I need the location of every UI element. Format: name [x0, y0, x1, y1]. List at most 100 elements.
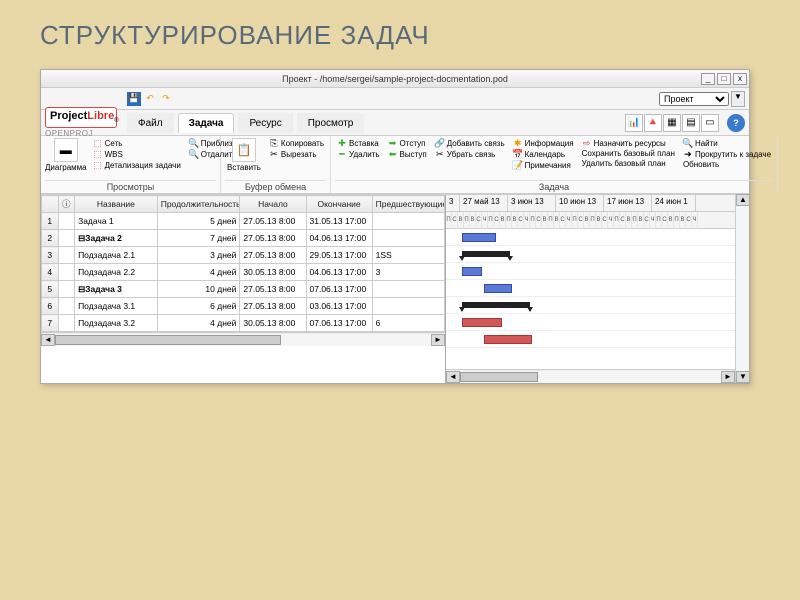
col-name[interactable]: Название: [75, 196, 158, 213]
outdent-button[interactable]: ⬅Выступ: [386, 149, 429, 159]
sort-icon[interactable]: ▤: [682, 114, 700, 132]
row-number[interactable]: 6: [42, 298, 59, 315]
cell-pred[interactable]: [372, 281, 444, 298]
cell-start[interactable]: 27.05.13 8:00: [240, 298, 306, 315]
scroll-to-button[interactable]: ➜Прокрутить к задаче: [681, 149, 773, 159]
gantt-row[interactable]: [446, 263, 735, 280]
insert-button[interactable]: ✚Вставка: [335, 138, 382, 148]
cell-info[interactable]: [58, 298, 75, 315]
calendar-button[interactable]: 📅Календарь: [511, 149, 576, 159]
paste-button[interactable]: 📋 Вставить: [225, 138, 263, 172]
cell-finish[interactable]: 04.06.13 17:00: [306, 230, 372, 247]
close-button[interactable]: x: [733, 73, 747, 85]
redo-icon[interactable]: ↷: [159, 92, 173, 106]
notes-button[interactable]: 📝Примечания: [511, 160, 576, 170]
gantt-bar[interactable]: [484, 284, 512, 293]
cell-pred[interactable]: [372, 213, 444, 230]
cell-start[interactable]: 27.05.13 8:00: [240, 230, 306, 247]
col-info[interactable]: ⓘ: [58, 196, 75, 213]
gantt-bar[interactable]: [484, 335, 532, 344]
gantt-row[interactable]: [446, 314, 735, 331]
scrollbar-v[interactable]: ▲ ▼: [735, 194, 749, 383]
row-number[interactable]: 4: [42, 264, 59, 281]
cell-info[interactable]: [58, 315, 75, 332]
table-row[interactable]: 3Подзадача 2.13 дней27.05.13 8:0029.05.1…: [42, 247, 445, 264]
cell-name[interactable]: Подзадача 2.2: [75, 264, 158, 281]
scroll-right-icon[interactable]: ►: [721, 371, 735, 383]
tab-resource[interactable]: Ресурс: [238, 113, 292, 133]
minimize-button[interactable]: _: [701, 73, 715, 85]
cell-name[interactable]: Подзадача 3.2: [75, 315, 158, 332]
cell-name[interactable]: Подзадача 2.1: [75, 247, 158, 264]
cell-info[interactable]: [58, 213, 75, 230]
cell-duration[interactable]: 7 дней: [157, 230, 240, 247]
cell-info[interactable]: [58, 230, 75, 247]
indent-button[interactable]: ➡Отступ: [386, 138, 429, 148]
tab-view[interactable]: Просмотр: [297, 113, 365, 133]
scroll-right-icon[interactable]: ►: [431, 334, 445, 346]
maximize-button[interactable]: □: [717, 73, 731, 85]
cell-pred[interactable]: [372, 230, 444, 247]
gantt-bar[interactable]: [462, 267, 482, 276]
cell-duration[interactable]: 4 дней: [157, 264, 240, 281]
row-number[interactable]: 2: [42, 230, 59, 247]
cell-start[interactable]: 27.05.13 8:00: [240, 247, 306, 264]
unlink-button[interactable]: ✂Убрать связь: [433, 149, 507, 159]
gantt-row[interactable]: [446, 229, 735, 246]
gantt-bar[interactable]: [462, 251, 510, 257]
cell-finish[interactable]: 07.06.13 17:00: [306, 315, 372, 332]
table-row[interactable]: 4Подзадача 2.24 дней30.05.13 8:0004.06.1…: [42, 264, 445, 281]
cell-info[interactable]: [58, 281, 75, 298]
cell-start[interactable]: 27.05.13 8:00: [240, 281, 306, 298]
gantt-chart[interactable]: 327 май 133 июн 1310 июн 1317 июн 1324 и…: [446, 195, 735, 383]
print-icon[interactable]: ▭: [701, 114, 719, 132]
row-number[interactable]: 1: [42, 213, 59, 230]
dropdown-arrow-icon[interactable]: ▼: [731, 91, 745, 107]
cell-pred[interactable]: 1SS: [372, 247, 444, 264]
cell-duration[interactable]: 6 дней: [157, 298, 240, 315]
help-icon[interactable]: ?: [727, 114, 745, 132]
cell-finish[interactable]: 29.05.13 17:00: [306, 247, 372, 264]
tab-file[interactable]: Файл: [127, 113, 174, 133]
gantt-scrollbar-h[interactable]: ◄ ►: [446, 369, 735, 383]
undo-icon[interactable]: ↶: [143, 92, 157, 106]
save-icon[interactable]: 💾: [127, 92, 141, 106]
cell-duration[interactable]: 5 дней: [157, 213, 240, 230]
task-grid[interactable]: ⓘ Название Продолжительность Начало Окон…: [41, 195, 446, 383]
row-number[interactable]: 5: [42, 281, 59, 298]
chart-icon[interactable]: 📊: [625, 114, 643, 132]
cell-name[interactable]: ⊟Задача 2: [75, 230, 158, 247]
gantt-bar[interactable]: [462, 233, 496, 242]
cell-start[interactable]: 30.05.13 8:00: [240, 315, 306, 332]
tab-task[interactable]: Задача: [178, 113, 235, 133]
cell-duration[interactable]: 4 дней: [157, 315, 240, 332]
cell-name[interactable]: Задача 1: [75, 213, 158, 230]
cell-info[interactable]: [58, 264, 75, 281]
cell-name[interactable]: Подзадача 3.1: [75, 298, 158, 315]
gantt-bar[interactable]: [462, 302, 530, 308]
wbs-button[interactable]: ⬚WBS: [91, 149, 183, 159]
cell-finish[interactable]: 31.05.13 17:00: [306, 213, 372, 230]
assign-button[interactable]: ⇨Назначить ресурсы: [580, 138, 677, 148]
cell-name[interactable]: ⊟Задача 3: [75, 281, 158, 298]
cell-pred[interactable]: 6: [372, 315, 444, 332]
cell-finish[interactable]: 03.06.13 17:00: [306, 298, 372, 315]
project-dropdown[interactable]: Проект: [659, 92, 729, 106]
col-start[interactable]: Начало: [240, 196, 306, 213]
cut-button[interactable]: ✂Вырезать: [267, 149, 326, 159]
col-pred[interactable]: Предшествующие: [372, 196, 444, 213]
row-number[interactable]: 7: [42, 315, 59, 332]
table-row[interactable]: 6 Подзадача 3.16 дней27.05.13 8:0003.06.1…: [42, 298, 445, 315]
cell-start[interactable]: 27.05.13 8:00: [240, 213, 306, 230]
update-button[interactable]: Обновить: [681, 160, 773, 169]
cell-finish[interactable]: 07.06.13 17:00: [306, 281, 372, 298]
network-button[interactable]: ⬚Сеть: [91, 138, 183, 148]
scroll-up-icon[interactable]: ▲: [736, 194, 750, 206]
link-button[interactable]: 🔗Добавить связь: [433, 138, 507, 148]
gantt-bar[interactable]: [462, 318, 502, 327]
scroll-down-icon[interactable]: ▼: [736, 371, 750, 383]
col-finish[interactable]: Окончание: [306, 196, 372, 213]
gantt-row[interactable]: [446, 331, 735, 348]
cell-pred[interactable]: [372, 298, 444, 315]
delete-baseline-button[interactable]: Удалить базовый план: [580, 159, 677, 168]
